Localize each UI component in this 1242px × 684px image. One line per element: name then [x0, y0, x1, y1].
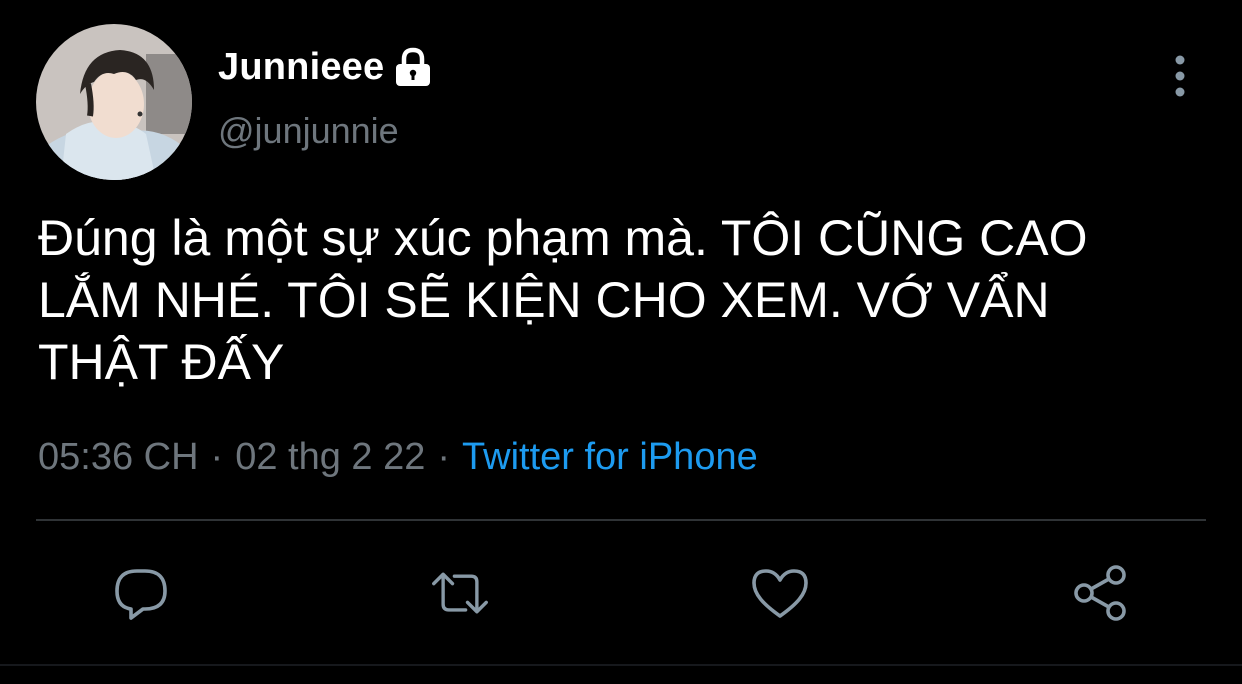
- share-button[interactable]: [1070, 563, 1130, 623]
- tweet-text: Đúng là một sự xúc phạm mà. TÔI CŨNG CAO…: [38, 210, 1088, 390]
- divider: [36, 519, 1206, 521]
- reply-button[interactable]: [111, 563, 171, 623]
- reply-icon: [115, 569, 167, 620]
- tweet-time: 05:36 CH: [38, 436, 199, 478]
- divider: [0, 664, 1242, 666]
- more-vertical-icon[interactable]: [1160, 52, 1200, 100]
- tweet-source-link[interactable]: Twitter for iPhone: [462, 436, 758, 479]
- like-button[interactable]: [750, 563, 810, 623]
- tweet-date[interactable]: 02 thg 2 22: [235, 436, 425, 479]
- retweet-icon: [432, 572, 488, 614]
- avatar-image: [36, 24, 192, 180]
- meta-separator: ·: [210, 436, 224, 478]
- display-name[interactable]: Junnieee: [218, 46, 384, 89]
- display-name-row: Junnieee: [218, 42, 433, 92]
- like-icon: [752, 569, 808, 618]
- share-icon: [1074, 565, 1126, 621]
- lock-icon: [393, 46, 433, 88]
- avatar[interactable]: [36, 24, 192, 180]
- tweet-meta: 05:36 CH · 02 thg 2 22 · Twitter for iPh…: [38, 436, 758, 479]
- meta-separator: ·: [437, 436, 451, 478]
- user-handle[interactable]: @junjunnie: [218, 110, 399, 152]
- retweet-button[interactable]: [430, 563, 490, 623]
